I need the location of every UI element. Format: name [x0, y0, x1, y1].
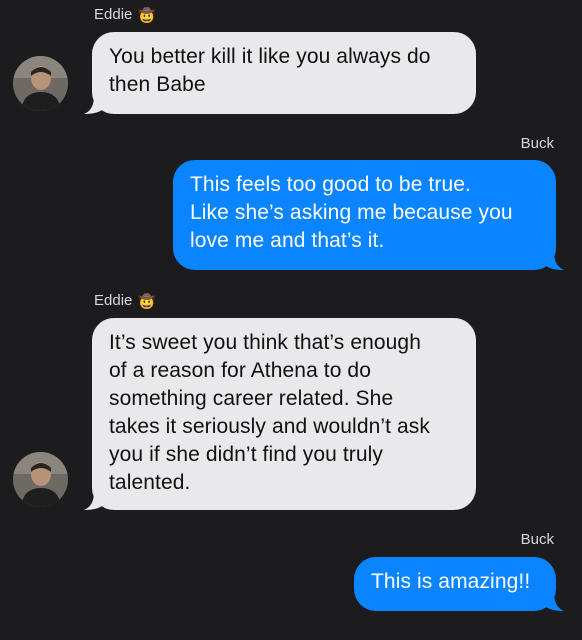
message-bubble-outgoing[interactable]: This feels too good to be true. Like she…: [173, 160, 556, 270]
eddie-avatar-icon: [13, 452, 68, 507]
message-line: Like she’s asking me because you: [190, 201, 513, 224]
message-line: then Babe: [109, 73, 206, 96]
message-line: This is amazing!!: [371, 570, 531, 593]
message-line: You better kill it like you always do: [109, 45, 431, 68]
cowboy-emoji-icon: 🤠: [138, 292, 156, 309]
sender-name-eddie: Eddie 🤠: [94, 6, 156, 23]
sender-label: Eddie: [94, 292, 133, 309]
eddie-avatar-icon: [13, 56, 68, 111]
sender-label: Buck: [520, 135, 554, 152]
message-line: takes it seriously and wouldn’t ask: [109, 415, 430, 438]
message-bubble-incoming[interactable]: You better kill it like you always do th…: [92, 32, 476, 114]
message-line: talented.: [109, 471, 191, 494]
bubble-tail: [84, 492, 102, 510]
sender-name-eddie: Eddie 🤠: [94, 292, 156, 309]
message-bubble-incoming[interactable]: It’s sweet you think that’s enough of a …: [92, 318, 476, 510]
bubble-tail: [546, 252, 564, 270]
message-line: of a reason for Athena to do: [109, 359, 371, 382]
cowboy-emoji-icon: 🤠: [138, 6, 156, 23]
message-line: love me and that’s it.: [190, 229, 385, 252]
bubble-tail: [546, 593, 564, 611]
message-line: you if she didn’t find you truly: [109, 443, 384, 466]
sender-name-buck: Buck: [521, 135, 554, 152]
sender-label: Buck: [520, 531, 554, 548]
message-line: something career related. She: [109, 387, 394, 410]
sender-name-buck: Buck: [521, 531, 554, 548]
avatar[interactable]: [13, 56, 68, 111]
message-line: It’s sweet you think that’s enough: [109, 331, 421, 354]
message-bubble-outgoing[interactable]: This is amazing!!: [354, 557, 556, 611]
bubble-tail: [84, 96, 102, 114]
message-line: This feels too good to be true.: [190, 173, 471, 196]
avatar[interactable]: [13, 452, 68, 507]
sender-label: Eddie: [94, 6, 133, 23]
